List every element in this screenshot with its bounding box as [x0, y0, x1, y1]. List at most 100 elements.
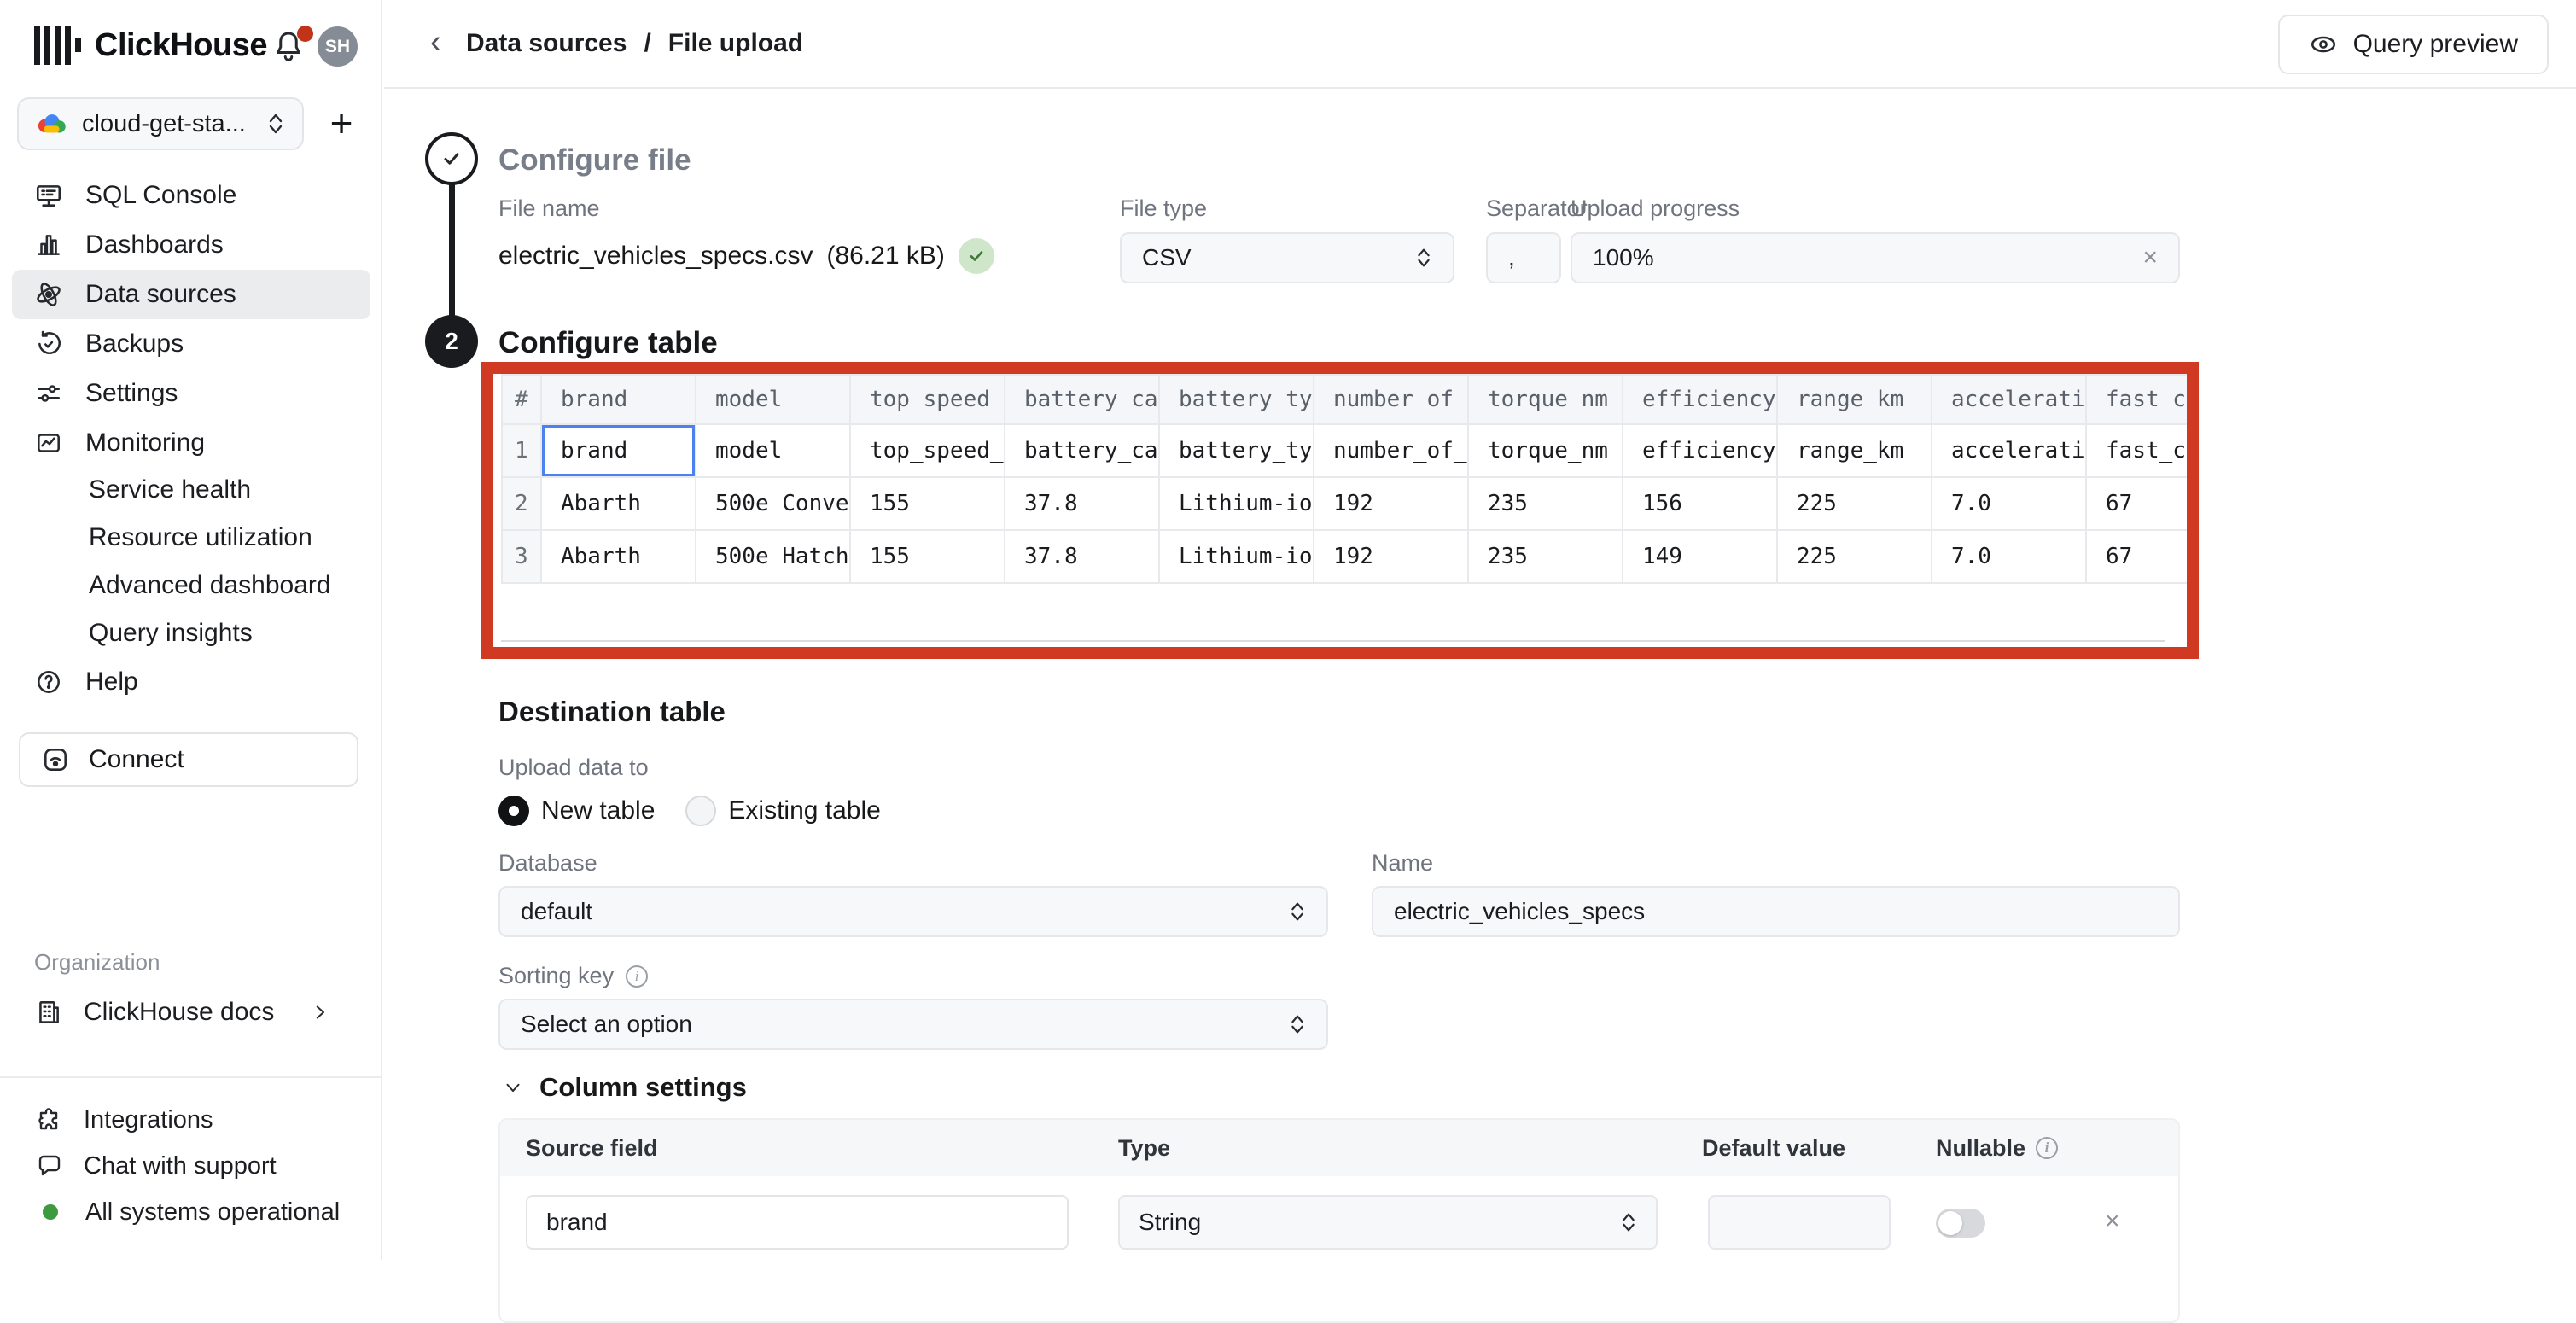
sidebar-item-label: Help	[85, 667, 138, 696]
row-number: 3	[503, 531, 542, 584]
app-title: ClickHouse	[95, 27, 267, 64]
nullable-header: Nullable i	[1936, 1135, 2058, 1162]
table-cell[interactable]: 155	[851, 531, 1005, 584]
table-cell[interactable]: efficiency…	[1623, 425, 1778, 478]
table-cell[interactable]: 156	[1623, 478, 1778, 531]
existing-table-radio[interactable]	[685, 796, 716, 826]
sidebar-item-settings[interactable]: Settings	[12, 369, 370, 418]
sorting-key-value: Select an option	[521, 1011, 1289, 1038]
type-value: String	[1139, 1209, 1620, 1236]
table-cell[interactable]: 225	[1778, 478, 1932, 531]
sidebar-item-backups[interactable]: Backups	[12, 319, 370, 369]
table-cell[interactable]: top_speed_…	[851, 425, 1005, 478]
table-cell[interactable]: 225	[1778, 531, 1932, 584]
service-selector[interactable]: cloud-get-sta...	[17, 97, 304, 150]
default-value-input[interactable]	[1708, 1195, 1891, 1250]
sidebar-item-label: Chat with support	[84, 1152, 277, 1180]
chevron-right-icon	[309, 1001, 331, 1023]
step-rail	[449, 184, 455, 316]
column-settings-toggle[interactable]: Column settings	[502, 1072, 747, 1103]
sidebar-item-sql-console[interactable]: SQL Console	[12, 171, 370, 220]
sidebar-item-chat-support[interactable]: Chat with support	[0, 1143, 382, 1189]
table-cell[interactable]: 37.8	[1005, 478, 1160, 531]
horizontal-scrollbar[interactable]	[501, 640, 2165, 642]
back-chevron-icon[interactable]: ‹	[430, 24, 441, 61]
table-cell[interactable]: Lithium-ion	[1160, 531, 1314, 584]
breadcrumb: Data sources / File upload	[466, 29, 803, 58]
table-cell[interactable]: 67	[2087, 478, 2187, 531]
sidebar-item-integrations[interactable]: Integrations	[0, 1097, 382, 1143]
table-cell[interactable]: 192	[1314, 478, 1469, 531]
query-preview-button[interactable]: Query preview	[2278, 15, 2549, 74]
table-cell[interactable]: 149	[1623, 531, 1778, 584]
table-cell[interactable]: Abarth	[542, 531, 696, 584]
configure-file-title: Configure file	[498, 143, 691, 178]
table-cell[interactable]: model	[696, 425, 851, 478]
select-chevrons-icon	[266, 111, 285, 137]
avatar[interactable]: SH	[318, 26, 358, 67]
nullable-toggle[interactable]	[1936, 1209, 1985, 1238]
table-cell[interactable]: 7.0	[1932, 531, 2087, 584]
table-cell[interactable]: battery_ty…	[1160, 425, 1314, 478]
sidebar-item-help[interactable]: Help	[12, 657, 370, 707]
sidebar-item-label: Advanced dashboard	[89, 571, 331, 600]
add-service-button[interactable]: +	[319, 101, 364, 145]
table-cell[interactable]: battery_ca…	[1005, 425, 1160, 478]
table-cell[interactable]: 192	[1314, 531, 1469, 584]
clear-progress-icon[interactable]: ×	[2142, 243, 2158, 272]
sidebar-item-query-insights[interactable]: Query insights	[0, 609, 382, 657]
row-number-header: #	[503, 374, 542, 425]
sidebar-item-resource-utilization[interactable]: Resource utilization	[0, 514, 382, 562]
table-cell[interactable]: Abarth	[542, 478, 696, 531]
chevron-down-icon	[502, 1076, 524, 1099]
separator-input[interactable]: ,	[1486, 232, 1561, 283]
table-cell[interactable]: range_km	[1778, 425, 1932, 478]
table-name-input[interactable]: electric_vehicles_specs	[1372, 886, 2180, 937]
help-icon	[34, 667, 63, 696]
table-cell[interactable]: 67	[2087, 531, 2187, 584]
sidebar-item-dashboards[interactable]: Dashboards	[12, 220, 370, 270]
sidebar-item-clickhouse-docs[interactable]: ClickHouse docs	[0, 988, 382, 1036]
sidebar-item-service-health[interactable]: Service health	[0, 466, 382, 514]
sidebar-help: Help	[0, 657, 382, 707]
row-number: 2	[503, 478, 542, 531]
table-cell[interactable]: 7.0	[1932, 478, 2087, 531]
sidebar-item-monitoring[interactable]: Monitoring	[12, 418, 370, 468]
database-label: Database	[498, 850, 597, 877]
nullable-info-icon[interactable]: i	[2036, 1137, 2058, 1159]
notifications-bell-icon[interactable]	[271, 29, 309, 67]
sidebar: ClickHouse SH cloud-get-sta... + SQL Con…	[0, 0, 382, 1260]
sorting-key-select[interactable]: Select an option	[498, 999, 1328, 1050]
table-cell[interactable]: 155	[851, 478, 1005, 531]
service-name: cloud-get-sta...	[82, 110, 253, 138]
source-field-input[interactable]: brand	[526, 1195, 1069, 1250]
new-table-radio[interactable]	[498, 796, 529, 826]
table-cell[interactable]: number_of_…	[1314, 425, 1469, 478]
table-cell[interactable]: 500e Hatch…	[696, 531, 851, 584]
remove-column-icon[interactable]: ×	[2105, 1207, 2120, 1236]
table-cell[interactable]: brand	[542, 425, 696, 478]
sorting-key-info-icon[interactable]: i	[626, 965, 648, 988]
table-cell[interactable]: torque_nm	[1469, 425, 1623, 478]
breadcrumb-parent[interactable]: Data sources	[466, 29, 627, 58]
default-value-header: Default value	[1702, 1135, 1845, 1162]
database-select[interactable]: default	[498, 886, 1328, 937]
table-cell[interactable]: 500e Conve…	[696, 478, 851, 531]
table-cell[interactable]: fast_cha	[2087, 425, 2187, 478]
table-cell[interactable]: 235	[1469, 478, 1623, 531]
sidebar-item-advanced-dashboard[interactable]: Advanced dashboard	[0, 562, 382, 609]
connect-button[interactable]: Connect	[19, 732, 358, 787]
table-cell[interactable]: 235	[1469, 531, 1623, 584]
sidebar-item-data-sources[interactable]: Data sources	[12, 270, 370, 319]
file-type-select[interactable]: CSV	[1120, 232, 1454, 283]
breadcrumb-current: File upload	[668, 29, 803, 58]
sidebar-item-label: Settings	[85, 379, 178, 408]
table-cell[interactable]: accelerati…	[1932, 425, 2087, 478]
file-type-label: File type	[1120, 195, 1207, 222]
system-status[interactable]: All systems operational	[0, 1189, 382, 1235]
table-cell[interactable]: 37.8	[1005, 531, 1160, 584]
upload-progress-field[interactable]: 100% ×	[1571, 232, 2180, 283]
column-header: range_km	[1778, 374, 1932, 425]
type-select[interactable]: String	[1118, 1195, 1658, 1250]
table-cell[interactable]: Lithium-ion	[1160, 478, 1314, 531]
